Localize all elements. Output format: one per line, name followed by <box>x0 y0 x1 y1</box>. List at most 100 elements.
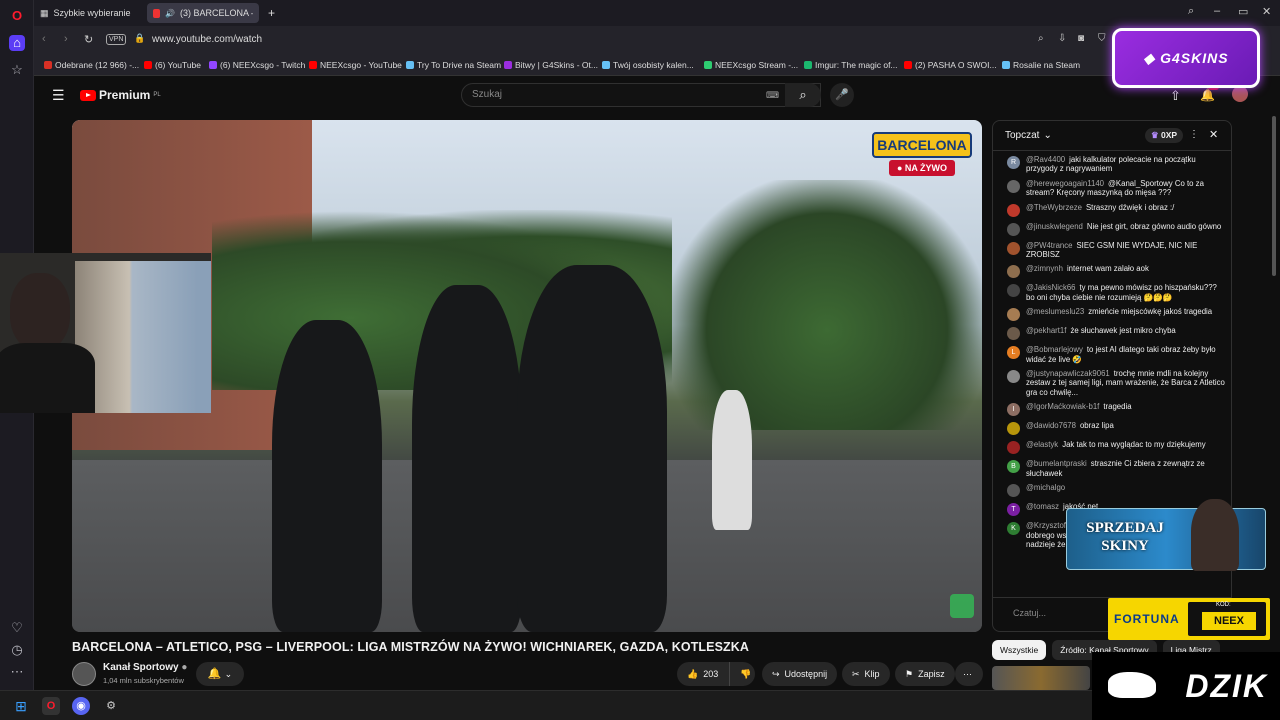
bookmark-favicon-icon <box>144 61 152 69</box>
bookmark-item[interactable]: Try To Drive na Steam <box>406 60 501 70</box>
bookmark-item[interactable]: (6) YouTube <box>144 60 201 70</box>
bookmark-item[interactable]: (6) NEEXcsgo - Twitch <box>209 60 305 70</box>
xp-badge[interactable]: ♛ 0XP <box>1145 128 1184 143</box>
heart-icon[interactable]: ♡ <box>9 620 25 636</box>
mascot-figure <box>1191 499 1239 571</box>
more-actions-button[interactable]: ⋯ <box>955 662 983 686</box>
chat-author[interactable]: @pekhart1f <box>1026 326 1066 335</box>
chat-avatar[interactable] <box>1007 222 1020 236</box>
chat-author[interactable]: @bumelantpraski <box>1026 459 1087 468</box>
opera-logo-icon[interactable]: O <box>9 8 25 24</box>
bookmark-item[interactable]: (2) PASHA O SWOI... <box>904 60 997 70</box>
app-icon[interactable]: ⚙ <box>102 697 120 715</box>
channel-name[interactable]: Kanał Sportowy ● <box>103 662 187 673</box>
search-tabs-icon[interactable]: ⌕ <box>1188 5 1194 18</box>
history-icon[interactable]: ◷ <box>9 642 25 658</box>
clip-button[interactable]: ✂ Klip <box>842 662 890 686</box>
chat-avatar[interactable] <box>1007 203 1020 217</box>
chat-avatar[interactable]: K <box>1007 522 1020 536</box>
chat-author[interactable]: @Bobmarlejowy <box>1026 345 1083 354</box>
reload-icon[interactable]: ↻ <box>84 33 93 46</box>
like-button[interactable]: 👍 203 <box>677 662 729 686</box>
chat-menu-icon[interactable]: ⋮ <box>1189 129 1199 140</box>
chat-author[interactable]: @justynapawliczak9061 <box>1026 369 1110 378</box>
youtube-logo[interactable]: Premium PL <box>80 88 161 102</box>
new-tab-button[interactable]: + <box>262 3 282 23</box>
chat-author[interactable]: @elastyk <box>1026 440 1058 449</box>
chat-avatar[interactable] <box>1007 370 1020 384</box>
dislike-button[interactable]: 👎 <box>729 662 755 686</box>
bell-icon[interactable]: 🔔 <box>1200 88 1215 102</box>
bookmark-item[interactable]: NEEXcsgo - YouTube <box>309 60 402 70</box>
share-button[interactable]: ↪ Udostępnij <box>762 662 838 686</box>
chat-avatar[interactable] <box>1007 327 1020 341</box>
tab-speed-dial[interactable]: ▦ Szybkie wybieranie <box>34 3 142 23</box>
back-icon[interactable]: ‹ <box>42 33 46 45</box>
chat-message-body: @IgorMaćkowiak-b1f tragedia <box>1026 402 1132 416</box>
star-icon[interactable]: ☆ <box>9 62 25 78</box>
bookmark-item[interactable]: Odebrane (12 966) -... <box>44 60 139 70</box>
recommendation-thumbnail[interactable] <box>992 666 1090 690</box>
camera-icon[interactable]: ◙ <box>1078 33 1084 44</box>
chat-avatar[interactable] <box>1007 241 1020 255</box>
opera-taskbar-icon[interactable]: O <box>42 697 60 715</box>
chat-author[interactable]: @michalgo <box>1026 483 1065 492</box>
scrollbar[interactable] <box>1272 116 1276 276</box>
chat-avatar[interactable]: R <box>1007 156 1020 169</box>
chat-author[interactable]: @IgorMaćkowiak-b1f <box>1026 402 1099 411</box>
download-icon[interactable]: ⇩ <box>1058 33 1066 44</box>
chat-mode-dropdown[interactable]: Topczat <box>1005 130 1039 141</box>
chat-author[interactable]: @PW4trance <box>1026 241 1072 250</box>
chat-avatar[interactable] <box>1007 179 1020 193</box>
vpn-badge[interactable]: VPN <box>106 34 127 45</box>
chat-author[interactable]: @JakisNick66 <box>1026 283 1076 292</box>
chat-author[interactable]: @dawido7678 <box>1026 421 1076 430</box>
bookmark-item[interactable]: Rosalie na Steam <box>1002 60 1080 70</box>
close-icon[interactable]: ✕ <box>1209 128 1218 141</box>
chat-avatar[interactable] <box>1007 284 1020 298</box>
chat-author[interactable]: @zimnynh <box>1026 264 1063 273</box>
keyboard-icon[interactable]: ⌨ <box>766 90 779 101</box>
chat-avatar[interactable] <box>1007 265 1020 279</box>
windows-start-icon[interactable]: ⊞ <box>12 697 30 715</box>
voice-search-button[interactable]: 🎤 <box>830 83 854 107</box>
minimize-icon[interactable]: – <box>1214 5 1220 17</box>
chat-avatar[interactable]: L <box>1007 346 1020 360</box>
more-icon[interactable]: ⋯ <box>9 664 25 680</box>
chat-avatar[interactable] <box>1007 484 1020 498</box>
chat-author[interactable]: @tomasz <box>1026 502 1059 511</box>
chat-author[interactable]: @jinuskwlegend <box>1026 222 1083 231</box>
bookmark-item[interactable]: NEEXcsgo Stream -... <box>704 60 798 70</box>
close-window-icon[interactable]: ✕ <box>1262 5 1271 18</box>
chat-avatar[interactable]: B <box>1007 460 1020 474</box>
channel-avatar[interactable] <box>72 662 96 686</box>
chat-avatar[interactable] <box>1007 441 1020 455</box>
home-icon[interactable]: ⌂ <box>9 35 25 51</box>
avatar[interactable] <box>1232 86 1248 102</box>
lock-icon[interactable]: 🔒 <box>134 33 145 44</box>
chat-author[interactable]: @herewegoagain1140 <box>1026 179 1104 188</box>
chat-avatar[interactable] <box>1007 308 1020 322</box>
chat-avatar[interactable] <box>1007 422 1020 436</box>
url-field[interactable]: www.youtube.com/watch <box>152 34 262 45</box>
subscribe-bell-button[interactable]: 🔔 ⌄ <box>196 662 244 686</box>
save-button[interactable]: ⚑ Zapisz <box>895 662 955 686</box>
chat-author[interactable]: @Rav4400 <box>1026 155 1065 164</box>
bookmark-item[interactable]: Imgur: The magic of... <box>804 60 898 70</box>
tab-youtube[interactable]: 🔊 (3) BARCELONA – ATL <box>147 3 259 23</box>
chat-avatar[interactable]: T <box>1007 503 1020 517</box>
discord-icon[interactable]: ◉ <box>72 697 90 715</box>
search-button[interactable]: ⌕ <box>785 83 821 107</box>
bookmark-item[interactable]: Bitwy | G4Skins - Ot... <box>504 60 598 70</box>
chip-all[interactable]: Wszystkie <box>992 640 1047 660</box>
lens-icon[interactable]: ⌕ <box>1038 33 1044 44</box>
chat-author[interactable]: @meslumeslu23 <box>1026 307 1084 316</box>
bookmark-item[interactable]: Twój osobisty kalen... <box>602 60 694 70</box>
forward-icon[interactable]: › <box>64 33 68 45</box>
restore-icon[interactable]: ▭ <box>1238 5 1248 18</box>
menu-icon[interactable]: ☰ <box>52 87 65 104</box>
chat-avatar[interactable]: I <box>1007 403 1020 417</box>
shield-icon[interactable]: ⛉ <box>1098 33 1106 44</box>
upload-icon[interactable]: ⇧ <box>1170 88 1181 104</box>
chat-author[interactable]: @TheWybrzeze <box>1026 203 1082 212</box>
